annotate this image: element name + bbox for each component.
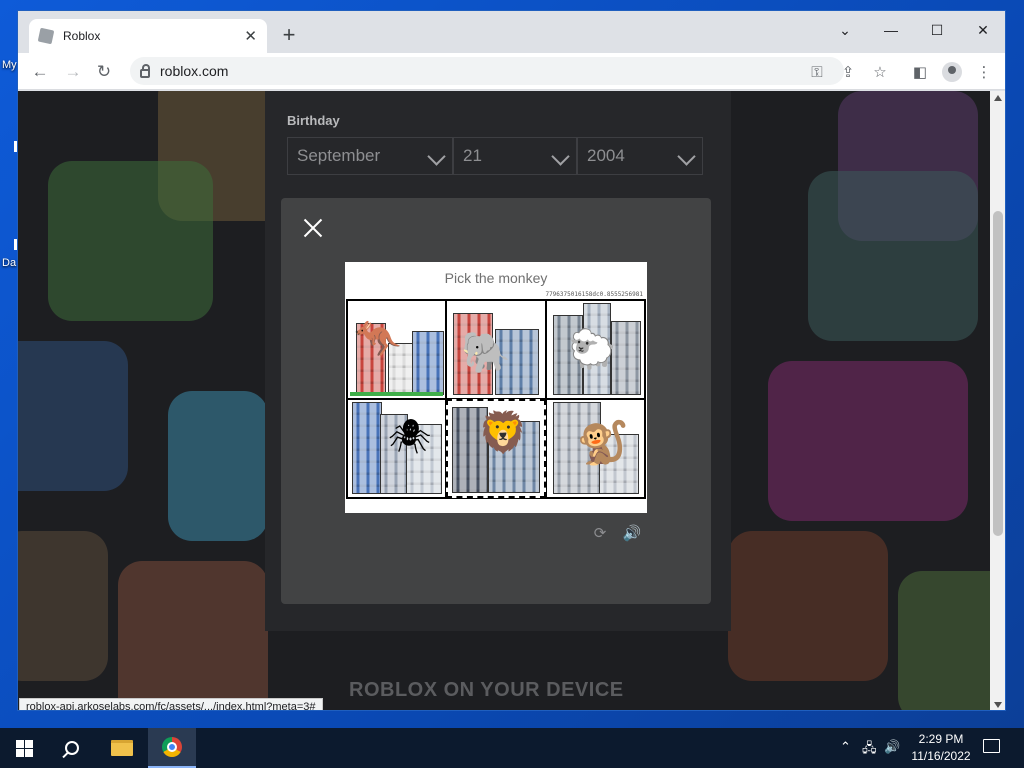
birthday-day-value: 21 xyxy=(463,146,482,165)
link-status-bar: roblox-api.arkoselabs.com/fc/assets/.../… xyxy=(19,698,323,710)
chrome-icon xyxy=(162,737,182,757)
game-thumbnail xyxy=(18,531,108,681)
clock-date: 11/16/2022 xyxy=(911,749,971,763)
desktop-icon-label[interactable]: Da xyxy=(2,257,16,269)
system-clock[interactable]: 2:29 PM 11/16/2022 xyxy=(906,731,976,765)
reload-button[interactable]: ↻ xyxy=(93,61,115,83)
game-thumbnail xyxy=(808,171,978,341)
captcha-frame: Pick the monkey 7796375016158dc0.8555256… xyxy=(345,262,647,513)
captcha-tools: ⟳ 🔊 xyxy=(591,524,642,542)
tab-title: Roblox xyxy=(63,29,101,43)
notification-center-icon[interactable] xyxy=(983,739,1000,753)
side-panel-icon[interactable]: ◧ xyxy=(909,61,931,83)
tab-search-chevron-icon[interactable]: ⌄ xyxy=(822,15,868,45)
captcha-grid: 🦘 🐘 🐑 🕷 🦁 🐒 xyxy=(346,299,646,499)
elephant-icon: 🐘 xyxy=(461,331,512,375)
url-text[interactable]: roblox.com xyxy=(160,63,228,79)
windows-logo-icon xyxy=(15,739,33,757)
chrome-taskbar-button[interactable] xyxy=(148,728,196,768)
share-icon[interactable]: ⇪ xyxy=(837,61,859,83)
page-viewport: Birthday September 21 2004 Pick the monk… xyxy=(18,91,990,710)
chevron-down-icon xyxy=(427,147,446,166)
close-icon[interactable] xyxy=(303,218,323,238)
avatar xyxy=(942,62,962,82)
browser-toolbar: ← → ↻ roblox.com ⚿ ⇪ ☆ ◧ ⋮ xyxy=(18,53,1005,90)
birthday-year-value: 2004 xyxy=(587,146,625,165)
kangaroo-icon: 🦘 xyxy=(354,319,402,361)
search-icon xyxy=(65,741,79,755)
captcha-modal: Pick the monkey 7796375016158dc0.8555256… xyxy=(281,198,711,604)
scroll-up-icon[interactable] xyxy=(994,95,1002,101)
game-thumbnail xyxy=(48,161,213,321)
key-icon[interactable]: ⚿ xyxy=(806,61,828,83)
desktop-icon-label[interactable]: My xyxy=(2,59,17,71)
tab-strip: Roblox ✕ + ⌄ — ☐ ✕ xyxy=(18,11,1005,53)
birthday-month-select[interactable]: September xyxy=(287,137,453,175)
menu-kebab-icon[interactable]: ⋮ xyxy=(973,61,995,83)
scroll-down-icon[interactable] xyxy=(994,702,1002,708)
game-thumbnail xyxy=(168,391,268,541)
birthday-label: Birthday xyxy=(287,113,340,128)
tray-chevron-up-icon[interactable]: ⌃ xyxy=(840,739,851,755)
game-thumbnail xyxy=(898,571,990,710)
device-heading: ROBLOX ON YOUR DEVICE xyxy=(349,679,624,701)
start-button[interactable] xyxy=(0,728,48,768)
minimize-button[interactable]: — xyxy=(868,15,914,45)
spider-icon: 🕷 xyxy=(388,418,432,456)
birthday-day-select[interactable]: 21 xyxy=(453,137,577,175)
monkey-icon: 🐒 xyxy=(576,419,629,466)
captcha-tile-elephant[interactable]: 🐘 xyxy=(446,300,546,399)
reload-captcha-icon[interactable]: ⟳ xyxy=(591,524,609,542)
page-scrollbar[interactable] xyxy=(990,91,1005,710)
browser-tab[interactable]: Roblox ✕ xyxy=(29,19,267,53)
scroll-thumb[interactable] xyxy=(993,211,1003,536)
game-thumbnail xyxy=(768,361,968,521)
address-bar[interactable]: roblox.com xyxy=(130,57,844,85)
close-window-button[interactable]: ✕ xyxy=(960,15,1005,45)
chevron-down-icon xyxy=(677,147,696,166)
chevron-down-icon xyxy=(551,147,570,166)
game-thumbnail xyxy=(728,531,888,681)
maximize-button[interactable]: ☐ xyxy=(914,15,960,45)
building-shape xyxy=(412,331,444,395)
bookmark-star-icon[interactable]: ☆ xyxy=(869,61,891,83)
folder-icon xyxy=(111,740,133,756)
lion-icon: 🦁 xyxy=(478,411,529,455)
captcha-challenge-id: 7796375016158dc0.8555256981 xyxy=(545,291,643,298)
game-thumbnail xyxy=(118,561,268,710)
audio-captcha-icon[interactable]: 🔊 xyxy=(623,524,642,542)
captcha-tile-sheep[interactable]: 🐑 xyxy=(545,300,645,399)
building-shape xyxy=(352,402,382,494)
lock-icon[interactable] xyxy=(140,63,150,78)
roblox-favicon-icon xyxy=(37,27,55,45)
profile-button[interactable] xyxy=(941,61,963,83)
network-icon[interactable]: 🖧 xyxy=(862,739,877,761)
captcha-tile-lion[interactable]: 🦁 xyxy=(446,399,546,498)
tab-close-icon[interactable]: ✕ xyxy=(244,27,257,45)
birthday-year-select[interactable]: 2004 xyxy=(577,137,703,175)
captcha-tile-monkey[interactable]: 🐒 xyxy=(545,399,645,498)
search-button[interactable] xyxy=(48,728,96,768)
captcha-prompt: Pick the monkey xyxy=(444,270,548,286)
volume-icon[interactable]: 🔊 xyxy=(884,739,900,755)
browser-window: Roblox ✕ + ⌄ — ☐ ✕ ← → ↻ roblox.com ⚿ ⇪ … xyxy=(17,10,1006,711)
taskbar: ⌃ 🖧 🔊 2:29 PM 11/16/2022 xyxy=(0,728,1024,768)
new-tab-button[interactable]: + xyxy=(277,23,301,47)
birthday-month-value: September xyxy=(297,146,381,165)
game-thumbnail xyxy=(18,341,128,491)
back-button[interactable]: ← xyxy=(29,61,51,83)
captcha-tile-kangaroo[interactable]: 🦘 xyxy=(347,300,447,399)
sheep-icon: 🐑 xyxy=(568,329,616,371)
file-explorer-button[interactable] xyxy=(98,728,146,768)
captcha-tile-spider[interactable]: 🕷 xyxy=(347,399,447,498)
ground-strip xyxy=(350,392,444,396)
forward-button[interactable]: → xyxy=(62,61,84,83)
clock-time: 2:29 PM xyxy=(918,732,964,746)
